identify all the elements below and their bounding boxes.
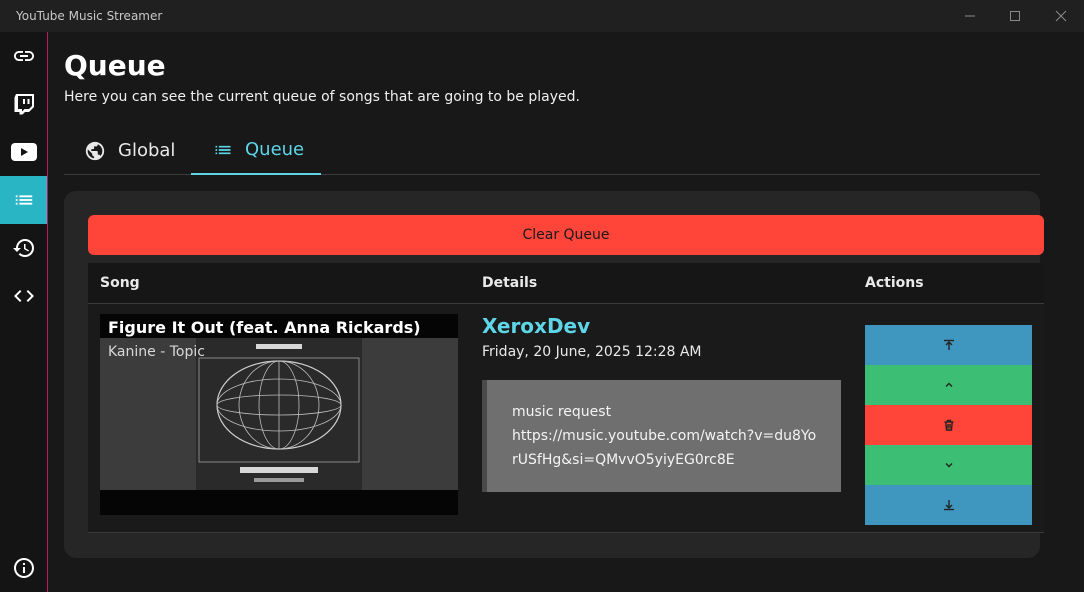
sidebar-item-youtube[interactable] [0, 128, 47, 176]
tab-bar: Global Queue [64, 126, 1040, 175]
globe-icon [85, 141, 105, 160]
sidebar-item-twitch[interactable] [0, 80, 47, 128]
queue-card: Clear Queue Song Details Actions Figure … [64, 191, 1044, 558]
maximize-icon [1010, 11, 1020, 21]
link-icon [13, 51, 34, 61]
maximize-button[interactable] [992, 0, 1038, 32]
clear-queue-button[interactable]: Clear Queue [88, 215, 1044, 255]
tab-global-label: Global [118, 140, 176, 161]
sidebar-item-code[interactable] [0, 272, 47, 320]
tab-global[interactable]: Global [84, 126, 175, 175]
sidebar [0, 32, 48, 592]
trash-icon [944, 419, 953, 431]
chevron-down-icon [945, 463, 952, 468]
queue-list-icon [15, 195, 32, 205]
request-message: music request https://music.youtube.com/… [482, 380, 841, 492]
request-message-line1: music request [512, 404, 612, 420]
queue-table: Song Details Actions Figure It Out (feat… [88, 263, 1044, 533]
album-art-graphic [196, 338, 362, 490]
album-art [196, 338, 362, 490]
request-message-url: https://music.youtube.com/watch?v=du8Yor… [512, 428, 817, 468]
song-artist: Kanine - Topic [108, 344, 205, 360]
page-title: Queue [64, 49, 166, 82]
sidebar-item-links[interactable] [0, 32, 47, 80]
window-title: YouTube Music Streamer [16, 9, 163, 23]
chevron-up-icon [945, 382, 952, 387]
minimize-button[interactable] [947, 0, 993, 32]
table-header: Song Details Actions [88, 263, 1044, 304]
list-icon [215, 145, 231, 154]
move-down-button[interactable] [865, 445, 1032, 485]
sidebar-item-queue[interactable] [0, 176, 47, 224]
requester-name: XeroxDev [482, 314, 591, 338]
column-header-actions: Actions [865, 275, 924, 291]
delete-button[interactable] [865, 405, 1032, 445]
history-icon [12, 239, 34, 257]
close-icon [1055, 10, 1067, 22]
song-title: Figure It Out (feat. Anna Rickards) [108, 318, 421, 337]
youtube-icon [10, 143, 37, 161]
move-up-button[interactable] [865, 365, 1032, 405]
tab-queue[interactable]: Queue [191, 126, 321, 175]
sidebar-item-info[interactable] [0, 544, 47, 592]
twitch-icon [14, 94, 34, 115]
arrow-to-bottom-icon [943, 500, 954, 511]
minimize-icon [965, 15, 975, 17]
table-row: Figure It Out (feat. Anna Rickards) Kani… [88, 304, 1044, 533]
column-header-song: Song [100, 275, 140, 291]
main-content: Queue Here you can see the current queue… [48, 32, 1084, 592]
song-thumbnail[interactable]: Figure It Out (feat. Anna Rickards) Kani… [100, 314, 458, 515]
code-icon [13, 290, 34, 302]
page-subtitle: Here you can see the current queue of so… [64, 89, 580, 105]
request-date: Friday, 20 June, 2025 12:28 AM [482, 344, 702, 360]
move-to-top-button[interactable] [865, 325, 1032, 365]
actions-group [865, 325, 1032, 525]
sidebar-item-history[interactable] [0, 224, 47, 272]
arrow-to-top-icon [943, 339, 954, 350]
tab-queue-label: Queue [245, 139, 305, 160]
column-header-details: Details [482, 275, 538, 291]
close-button[interactable] [1038, 0, 1084, 32]
info-icon [13, 558, 34, 578]
move-to-bottom-button[interactable] [865, 485, 1032, 525]
title-bar: YouTube Music Streamer [0, 0, 1084, 32]
